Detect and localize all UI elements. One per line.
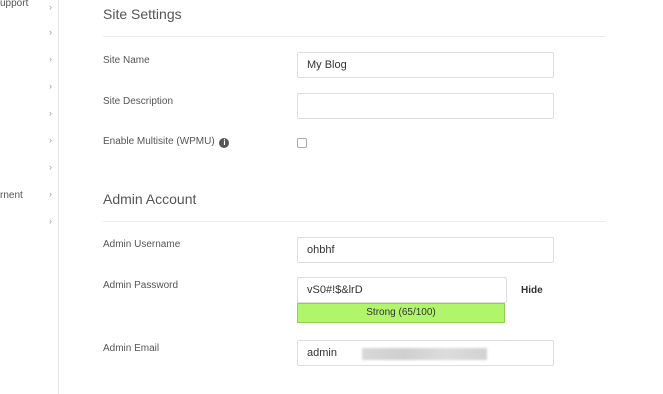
hide-password-button[interactable]: Hide — [521, 285, 543, 296]
chevron-right-icon: › — [49, 162, 52, 172]
admin-email-label: Admin Email — [103, 343, 160, 354]
admin-username-input[interactable] — [297, 237, 554, 263]
chevron-right-icon: › — [49, 189, 52, 199]
sidebar-item[interactable]: › — [0, 81, 58, 99]
divider — [103, 36, 606, 37]
chevron-right-icon: › — [49, 135, 52, 145]
multisite-label-row: Enable Multisite (WPMU) i — [103, 136, 230, 148]
admin-password-label: Admin Password — [103, 280, 179, 291]
main-content: Site Settings Site Name Site Description… — [59, 0, 663, 394]
chevron-right-icon: › — [49, 108, 52, 118]
divider — [103, 221, 606, 222]
sidebar-item-label: upport — [0, 0, 29, 9]
site-description-label: Site Description — [103, 96, 174, 107]
multisite-label: Enable Multisite (WPMU) — [103, 136, 215, 147]
sidebar-item-management[interactable]: rnent › — [0, 189, 58, 207]
site-settings-title: Site Settings — [103, 6, 182, 22]
sidebar: upport › › › › › › › rnent › › — [0, 0, 59, 394]
chevron-right-icon: › — [49, 2, 52, 12]
sidebar-item-support[interactable]: upport › — [0, 0, 58, 18]
chevron-right-icon: › — [49, 216, 52, 226]
multisite-checkbox[interactable] — [297, 138, 307, 148]
redacted-email-blur — [362, 348, 487, 360]
password-strength-meter: Strong (65/100) — [297, 303, 505, 323]
sidebar-item[interactable]: › — [0, 108, 58, 126]
sidebar-item-label: rnent — [0, 190, 23, 201]
site-description-input[interactable] — [297, 93, 554, 119]
sidebar-item[interactable]: › — [0, 162, 58, 180]
sidebar-item[interactable]: › — [0, 135, 58, 153]
sidebar-item[interactable]: › — [0, 54, 58, 72]
chevron-right-icon: › — [49, 27, 52, 37]
admin-username-label: Admin Username — [103, 239, 181, 250]
admin-password-input[interactable] — [297, 277, 507, 303]
admin-account-title: Admin Account — [103, 191, 197, 207]
sidebar-item[interactable]: › — [0, 27, 58, 45]
chevron-right-icon: › — [49, 81, 52, 91]
info-icon[interactable]: i — [219, 138, 230, 148]
chevron-right-icon: › — [49, 54, 52, 64]
sidebar-item[interactable]: › — [0, 216, 58, 234]
site-name-label: Site Name — [103, 55, 150, 66]
site-name-input[interactable] — [297, 52, 554, 78]
